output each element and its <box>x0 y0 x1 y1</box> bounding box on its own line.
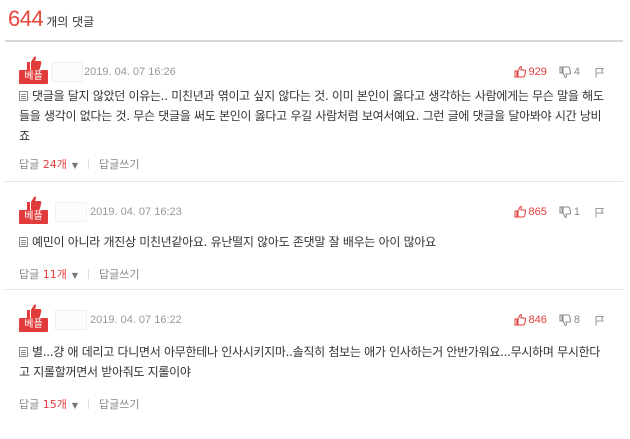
report-icon[interactable] <box>594 67 605 78</box>
write-reply-link[interactable]: 답글쓰기 <box>99 266 139 282</box>
reply-label: 답글 <box>19 158 40 171</box>
thumbs-down-icon <box>559 66 571 78</box>
upvote-count: 929 <box>528 66 547 78</box>
comment-item: 베플 2019. 04. 07 16:23 865 1 예민이 아니라 개진상 … <box>5 182 623 290</box>
reply-count: 11개 <box>42 268 67 281</box>
comment-body: 댓글을 달지 않았던 이유는.. 미친년과 엮이고 싶지 않다는 것. 이미 본… <box>19 89 604 143</box>
best-badge: 베플 <box>19 304 49 332</box>
best-badge-label: 베플 <box>19 70 48 84</box>
comment-count-header: 644 개의 댓글 <box>8 6 94 36</box>
upvote-button[interactable]: 846 <box>514 314 547 326</box>
downvote-count: 1 <box>573 206 580 218</box>
author-name[interactable] <box>55 202 87 222</box>
reply-label: 답글 <box>19 268 40 281</box>
comment-date: 2019. 04. 07 16:26 <box>84 66 176 78</box>
comment-text: 별...걍 애 데리고 다니면서 아무한테나 인사시키지마..솔직히 첨보는 애… <box>19 342 609 382</box>
best-thumb-icon <box>27 56 42 70</box>
downvote-count: 4 <box>573 66 580 78</box>
comment-date: 2019. 04. 07 16:22 <box>90 314 182 326</box>
comment-count-suffix: 개의 댓글 <box>46 15 95 29</box>
caret-down-icon: ▼ <box>71 161 79 170</box>
thumbs-up-icon <box>514 314 526 326</box>
upvote-count: 865 <box>528 206 547 218</box>
upvote-button[interactable]: 865 <box>514 206 547 218</box>
caret-down-icon: ▼ <box>71 271 79 280</box>
footer-divider <box>88 399 90 409</box>
vote-area: 846 8 <box>514 314 605 326</box>
footer-divider <box>88 269 90 279</box>
best-thumb-icon <box>27 196 42 210</box>
caret-down-icon: ▼ <box>71 401 79 410</box>
thumbs-up-icon <box>514 206 526 218</box>
vote-area: 929 4 <box>514 66 605 78</box>
downvote-button[interactable]: 8 <box>559 314 580 326</box>
upvote-count: 846 <box>528 314 547 326</box>
reply-toggle[interactable]: 답글 15개 ▼ <box>19 396 78 412</box>
comment-date: 2019. 04. 07 16:23 <box>90 206 182 218</box>
best-badge: 베플 <box>19 56 49 84</box>
comment-footer: 답글 11개 ▼ 답글쓰기 <box>19 266 140 282</box>
vote-area: 865 1 <box>514 206 605 218</box>
comment-count: 644 <box>8 6 44 31</box>
upvote-button[interactable]: 929 <box>514 66 547 78</box>
thumbs-down-icon <box>559 314 571 326</box>
comment-doc-icon <box>19 347 28 357</box>
best-thumb-icon <box>27 304 42 318</box>
comment-text: 댓글을 달지 않았던 이유는.. 미친년과 엮이고 싶지 않다는 것. 이미 본… <box>19 86 609 146</box>
comment-body: 별...걍 애 데리고 다니면서 아무한테나 인사시키지마..솔직히 첨보는 애… <box>19 345 601 379</box>
author-name[interactable] <box>51 62 83 82</box>
comment-footer: 답글 15개 ▼ 답글쓰기 <box>19 396 140 412</box>
thumbs-up-icon <box>514 66 526 78</box>
report-icon[interactable] <box>594 315 605 326</box>
comment-item: 베플 2019. 04. 07 16:22 846 8 별...걍 애 데리고 … <box>5 290 623 429</box>
comment-body: 예민이 아니라 개진상 미친년같아요. 유난떨지 않아도 존댓말 잘 배우는 아… <box>32 235 436 249</box>
write-reply-link[interactable]: 답글쓰기 <box>99 396 139 412</box>
downvote-button[interactable]: 1 <box>559 206 580 218</box>
reply-count: 15개 <box>42 398 67 411</box>
reply-toggle[interactable]: 답글 24개 ▼ <box>19 156 78 172</box>
author-name[interactable] <box>55 310 87 330</box>
comment-doc-icon <box>19 91 28 101</box>
report-icon[interactable] <box>594 207 605 218</box>
comment-item: 베플 2019. 04. 07 16:26 929 4 댓글을 달지 않았던 이… <box>5 42 623 182</box>
best-badge: 베플 <box>19 196 49 224</box>
thumbs-down-icon <box>559 206 571 218</box>
downvote-count: 8 <box>573 314 580 326</box>
reply-label: 답글 <box>19 398 40 411</box>
comment-footer: 답글 24개 ▼ 답글쓰기 <box>19 156 140 172</box>
comment-doc-icon <box>19 237 28 247</box>
best-badge-label: 베플 <box>19 210 48 224</box>
write-reply-link[interactable]: 답글쓰기 <box>99 156 139 172</box>
comment-text: 예민이 아니라 개진상 미친년같아요. 유난떨지 않아도 존댓말 잘 배우는 아… <box>19 232 609 252</box>
footer-divider <box>88 159 90 169</box>
downvote-button[interactable]: 4 <box>559 66 580 78</box>
reply-toggle[interactable]: 답글 11개 ▼ <box>19 266 78 282</box>
best-badge-label: 베플 <box>19 318 48 332</box>
reply-count: 24개 <box>42 158 67 171</box>
